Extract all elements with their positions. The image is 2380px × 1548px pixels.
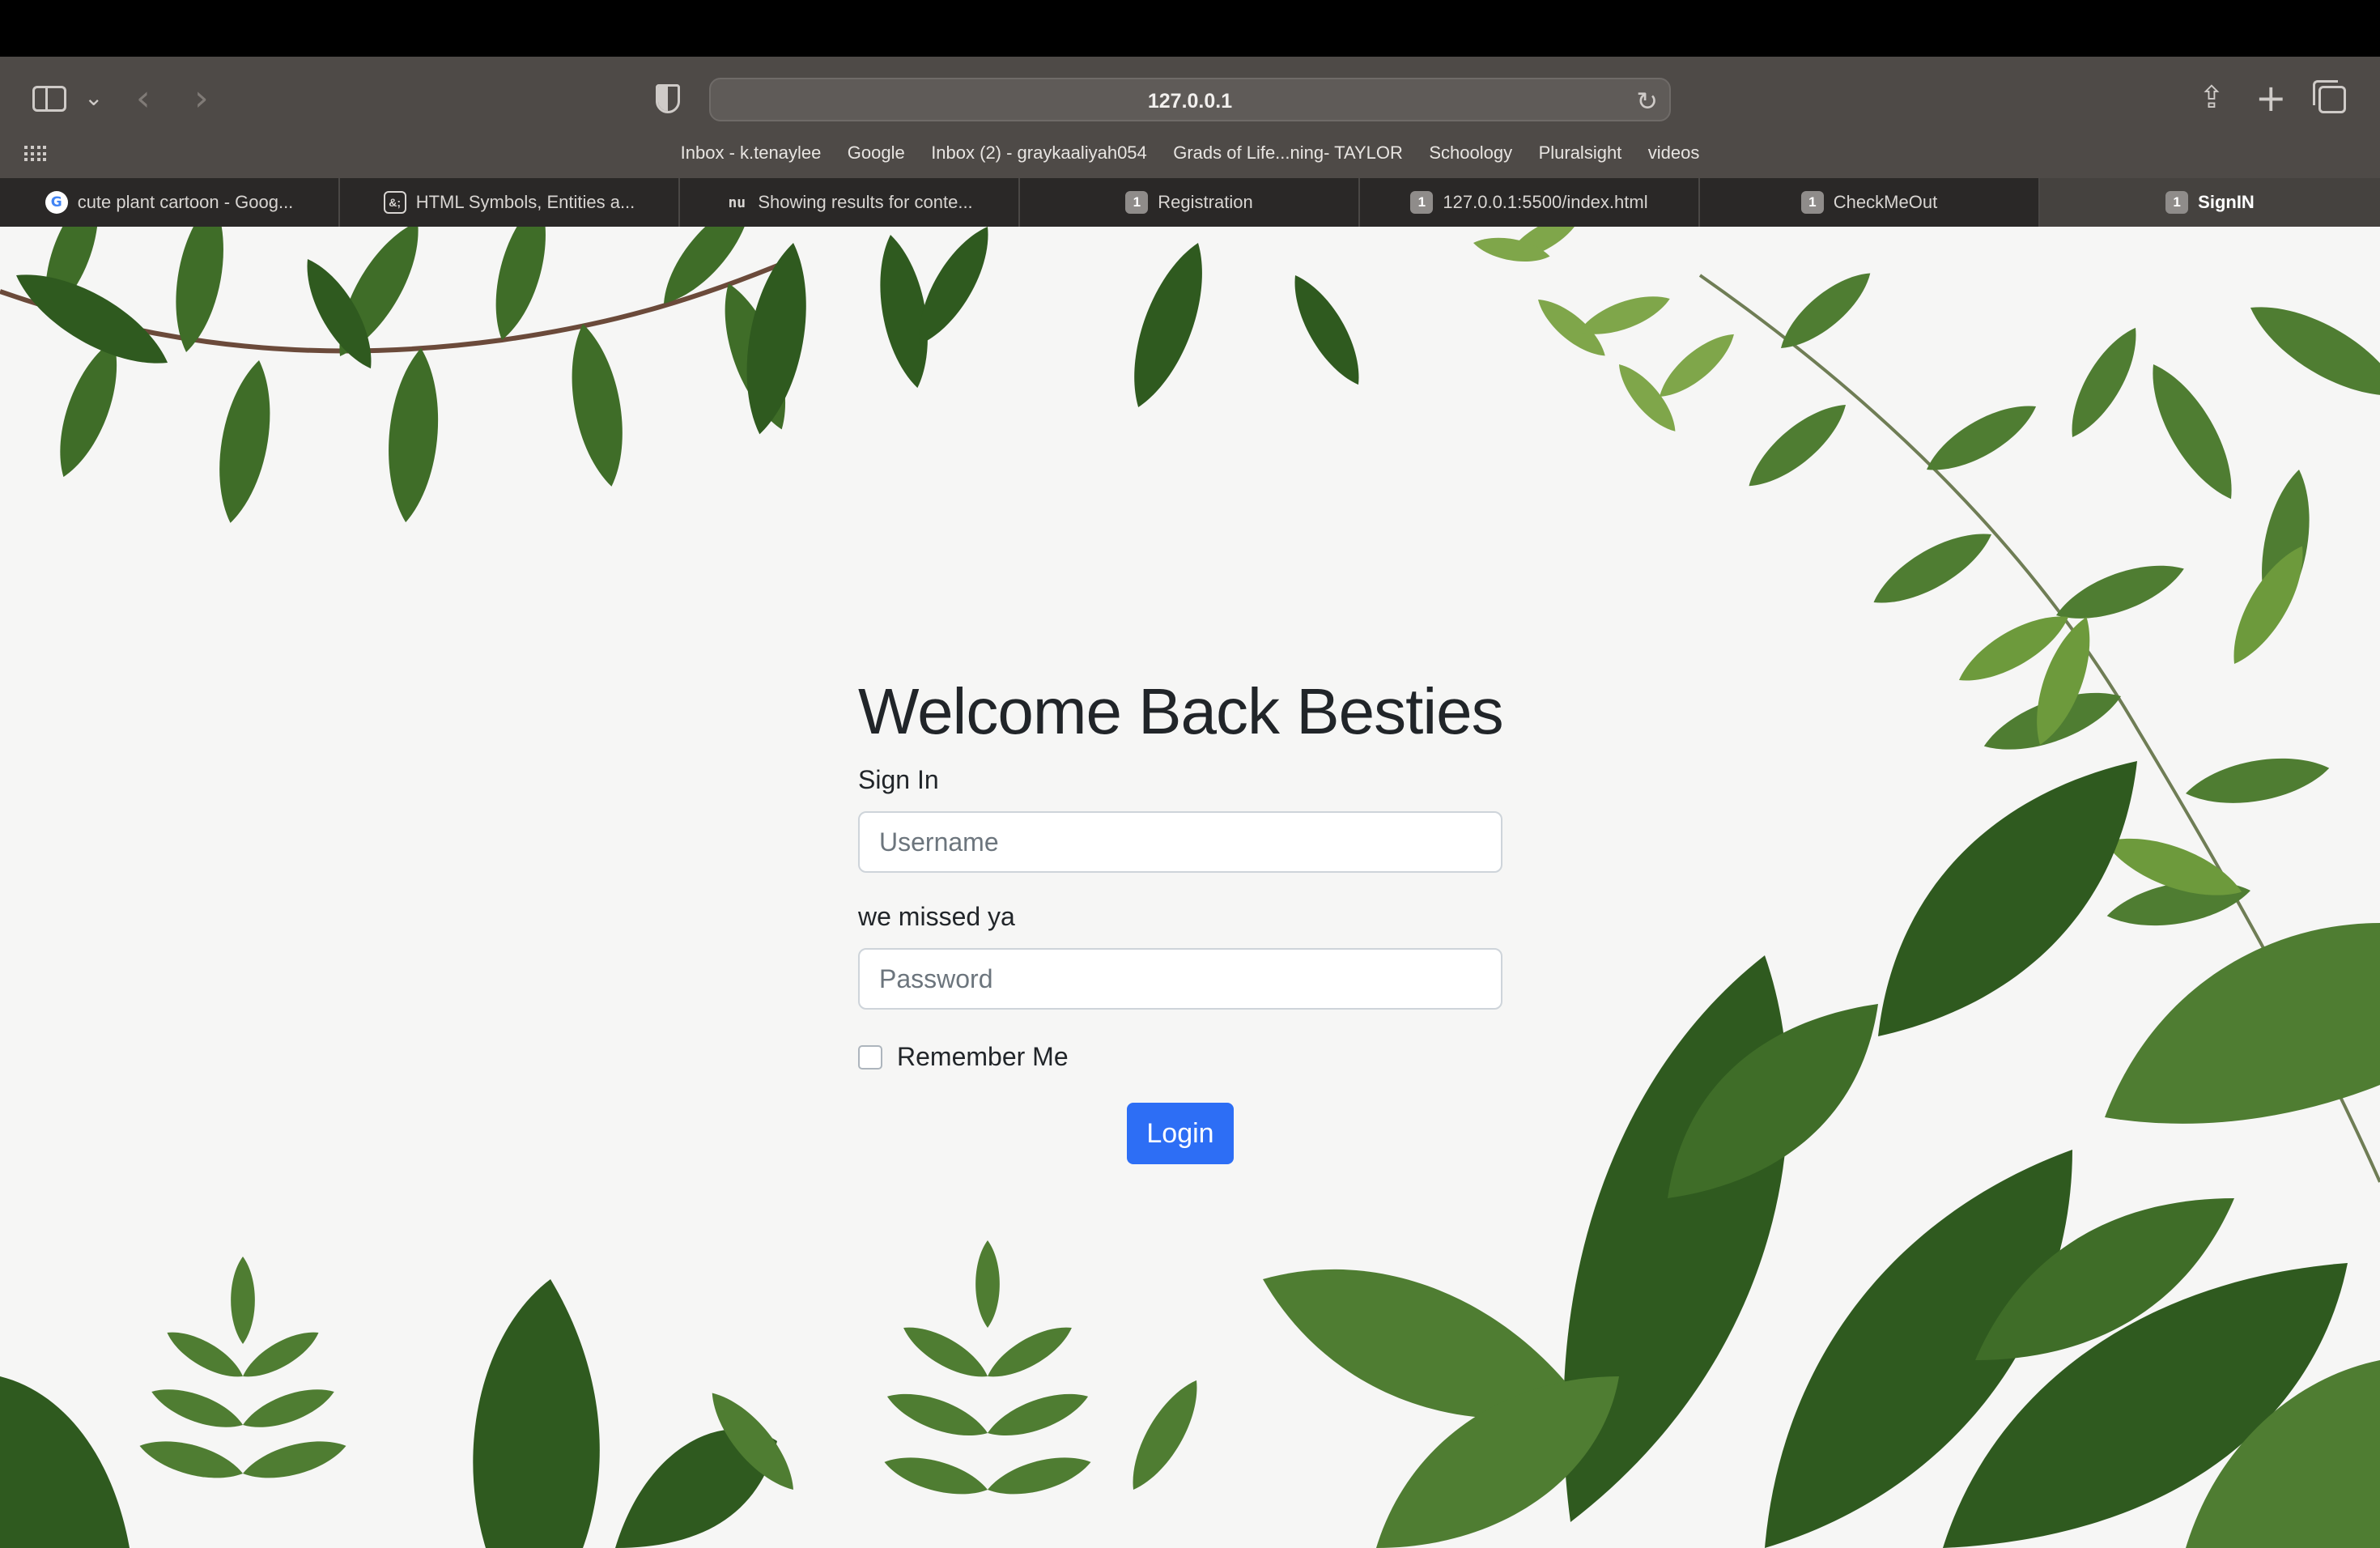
number-badge-icon: 1	[1410, 191, 1434, 214]
address-bar[interactable]: 127.0.0.1 ↻	[709, 78, 1671, 121]
google-icon: G	[45, 191, 68, 214]
chevron-down-icon[interactable]: ⌄	[84, 84, 103, 111]
tab-registration[interactable]: 1 Registration	[1020, 178, 1360, 227]
screen-top-bar	[0, 0, 2380, 57]
favorite-link[interactable]: Google	[848, 142, 905, 164]
tab-showing-results[interactable]: nu Showing results for conte...	[680, 178, 1020, 227]
password-label: we missed ya	[858, 902, 1015, 931]
login-button[interactable]: Login	[1127, 1103, 1234, 1164]
tab-label: HTML Symbols, Entities a...	[415, 192, 635, 212]
tab-label: SignIN	[2198, 192, 2255, 212]
remember-me-row: Remember Me	[858, 1042, 1502, 1072]
tab-signin[interactable]: 1 SignIN	[2040, 178, 2380, 227]
reload-icon[interactable]: ↻	[1636, 86, 1658, 117]
password-input[interactable]	[858, 948, 1502, 1010]
favorite-link[interactable]: videos	[1648, 142, 1700, 164]
tab-label: cute plant cartoon - Goog...	[77, 192, 294, 212]
number-badge-icon: 1	[1125, 191, 1149, 214]
page-title: Welcome Back Besties	[858, 675, 1504, 747]
tab-label: 127.0.0.1:5500/index.html	[1443, 192, 1648, 212]
tab-checkmeout[interactable]: 1 CheckMeOut	[1700, 178, 2040, 227]
favorite-link[interactable]: Inbox - k.tenaylee	[681, 142, 822, 164]
username-input[interactable]	[858, 811, 1502, 873]
chevron-left-icon[interactable]: ‹	[136, 78, 151, 119]
tab-index-html[interactable]: 1 127.0.0.1:5500/index.html	[1360, 178, 1700, 227]
page-content: Welcome Back Besties Sign In we missed y…	[0, 227, 2380, 1548]
browser-toolbar: ⌄ ‹ › 127.0.0.1 ↻ ⇪ + Inbox - k.tenaylee…	[0, 57, 2380, 178]
tab-bar: G cute plant cartoon - Goog... &; HTML S…	[0, 178, 2380, 227]
tab-html-symbols[interactable]: &; HTML Symbols, Entities a...	[340, 178, 680, 227]
sign-in-label: Sign In	[858, 765, 939, 794]
tab-cute-plant-cartoon[interactable]: G cute plant cartoon - Goog...	[0, 178, 340, 227]
entity-icon: &;	[383, 191, 406, 214]
tab-label: CheckMeOut	[1833, 192, 1938, 212]
remember-me-checkbox[interactable]	[858, 1044, 882, 1070]
favorite-link[interactable]: Pluralsight	[1539, 142, 1622, 164]
tabs-icon[interactable]	[2313, 80, 2346, 113]
nu-icon: nu	[728, 194, 746, 211]
share-icon[interactable]: ⇪	[2199, 79, 2225, 115]
favorite-link[interactable]: Inbox (2) - graykaaliyah054	[931, 142, 1147, 164]
favorites-bar: Inbox - k.tenaylee Google Inbox (2) - gr…	[0, 142, 2380, 164]
sidebar-icon[interactable]	[32, 86, 66, 112]
number-badge-icon: 1	[2165, 191, 2189, 214]
plus-icon[interactable]: +	[2255, 76, 2287, 120]
chevron-right-icon[interactable]: ›	[194, 78, 209, 119]
favorite-link[interactable]: Grads of Life...ning- TAYLOR	[1173, 142, 1403, 164]
url-text[interactable]: 127.0.0.1	[711, 90, 1669, 113]
favorite-link[interactable]: Schoology	[1429, 142, 1512, 164]
tab-label: Registration	[1158, 192, 1253, 212]
remember-me-label[interactable]: Remember Me	[897, 1042, 1069, 1072]
shield-icon[interactable]	[656, 84, 680, 113]
sign-in-form: Welcome Back Besties Sign In we missed y…	[858, 675, 1504, 1164]
tab-label: Showing results for conte...	[758, 192, 973, 212]
number-badge-icon: 1	[1800, 191, 1824, 214]
